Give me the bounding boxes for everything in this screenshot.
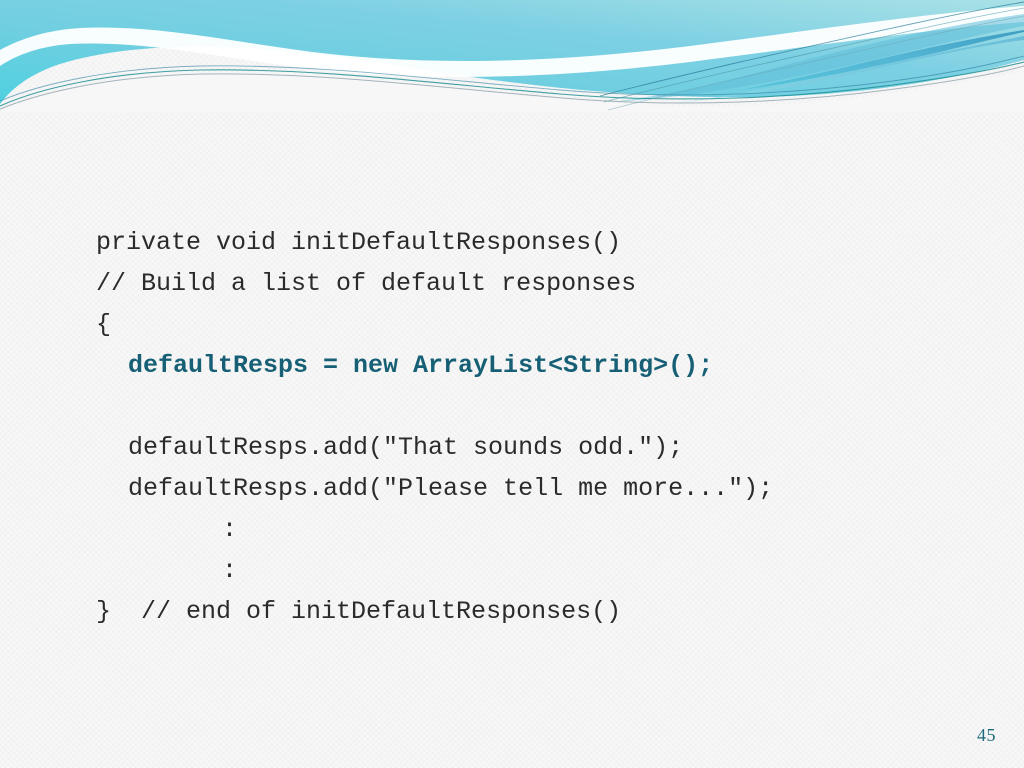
code-line: } // end of initDefaultResponses() (96, 597, 622, 626)
code-line-highlighted: defaultResps = new ArrayList<String>(); (128, 351, 714, 380)
code-line: defaultResps.add("Please tell me more...… (128, 474, 774, 503)
decorative-wave-banner (0, 0, 1024, 112)
code-line: private void initDefaultResponses() (96, 228, 622, 257)
code-line: // Build a list of default responses (96, 269, 637, 298)
page-number: 45 (977, 725, 996, 745)
code-line-ellipsis: : (222, 556, 238, 585)
code-line: { (96, 310, 112, 339)
code-line-ellipsis: : (222, 515, 238, 544)
code-listing: private void initDefaultResponses() // B… (96, 222, 956, 632)
code-line: defaultResps.add("That sounds odd."); (128, 433, 684, 462)
slide-canvas: private void initDefaultResponses() // B… (0, 0, 1024, 768)
